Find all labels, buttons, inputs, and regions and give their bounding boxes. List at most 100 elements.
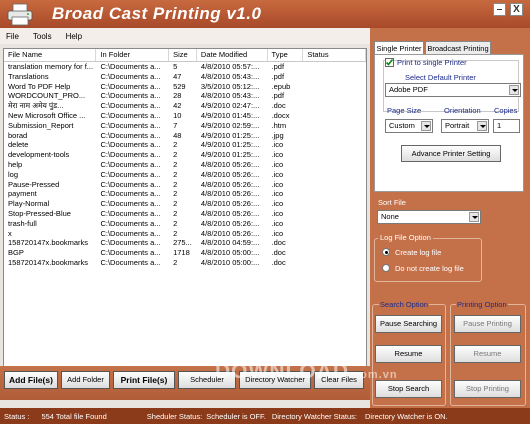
table-row[interactable]: x C:\Documents a... 2 4/8/2010 05:26:... .ic… [4, 229, 366, 239]
table-row[interactable]: payment C:\Documents a... 2 4/8/2010 05:26:… [4, 189, 366, 199]
chevron-down-icon [509, 85, 519, 95]
title-bar: Broad Cast Printing v1.0 – X [0, 0, 530, 28]
table-row[interactable]: WORDCOUNT_PRO... C:\Documents a... 28 4/8/2… [4, 91, 366, 101]
column-date-modified[interactable]: Date Modified [197, 49, 268, 61]
menu-help[interactable]: Help [66, 32, 82, 41]
print-single-checkbox[interactable] [385, 58, 394, 67]
column-in-folder[interactable]: In Folder [96, 49, 170, 61]
cell-file-name: Translations [8, 71, 49, 81]
sort-file-select[interactable]: None [377, 210, 481, 224]
add-folder-button[interactable]: Add Folder [61, 371, 110, 389]
table-row[interactable]: मेरा नाम अमेय पुंड... C:\Documents a... 42… [4, 101, 366, 111]
app-title: Broad Cast Printing v1.0 [52, 4, 262, 23]
cell-size: 48 [173, 130, 182, 140]
menu-file[interactable]: File [6, 32, 19, 41]
cell-in-folder: C:\Documents a... [100, 130, 161, 140]
cell-type: .ico [271, 179, 284, 189]
table-row[interactable]: trash-full C:\Documents a... 2 4/8/2010 05:… [4, 219, 366, 229]
table-row[interactable]: Play-Normal C:\Documents a... 2 4/8/2010 05… [4, 199, 366, 209]
minimize-button[interactable]: – [493, 3, 506, 16]
cell-type: .ico [271, 228, 284, 238]
print-files-button[interactable]: Print File(s) [113, 371, 175, 389]
table-row[interactable]: New Microsoft Office ... C:\Documents a..… [4, 111, 366, 121]
cell-file-name: मेरा नाम अमेय पुंड... [8, 101, 64, 111]
add-files-button[interactable]: Add File(s) [4, 371, 58, 389]
cell-date-modified: 4/8/2010 05:57:... [200, 62, 260, 71]
create-log-label: Create log file [395, 248, 442, 257]
table-row[interactable]: 158720147x.bookmarks C:\Documents a... 275… [4, 238, 366, 248]
chevron-down-icon [469, 212, 479, 222]
resume-search-button[interactable]: Resume [375, 345, 442, 363]
file-table[interactable]: File Name In Folder Size Date Modified T… [3, 48, 367, 373]
column-type[interactable]: Type [268, 49, 304, 61]
cell-in-folder: C:\Documents a... [100, 208, 161, 218]
directory-watcher-button[interactable]: Directory Watcher [239, 371, 311, 389]
cell-size: 47 [173, 71, 182, 81]
scheduler-button[interactable]: Scheduler [178, 371, 236, 389]
cell-in-folder: C:\Documents a... [100, 91, 161, 101]
table-row[interactable]: borad C:\Documents a... 48 4/9/2010 01:25:.… [4, 131, 366, 141]
table-row[interactable]: help C:\Documents a... 2 4/8/2010 05:26:...… [4, 160, 366, 170]
cell-status [303, 160, 366, 170]
cell-status [303, 140, 366, 150]
log-option-group [374, 238, 482, 282]
table-row[interactable]: 158720147x.bookmarks C:\Documents a... 2 4/… [4, 258, 366, 268]
table-row[interactable]: BGP C:\Documents a... 1718 4/8/2010 05:00:.… [4, 248, 366, 258]
cell-file-name: Word To PDF Help [8, 81, 71, 91]
cell-file-name: translation memory for f... [8, 62, 94, 71]
column-file-name[interactable]: File Name [4, 49, 97, 61]
table-row[interactable]: Translations C:\Documents a... 47 4/8/2010 … [4, 72, 366, 82]
cell-date-modified: 4/8/2010 05:43:... [200, 91, 260, 101]
cell-in-folder: C:\Documents a... [100, 71, 161, 81]
create-log-radio[interactable] [382, 248, 390, 256]
pause-searching-button[interactable]: Pause Searching [375, 315, 442, 333]
copies-input[interactable]: 1 [493, 119, 520, 133]
stop-printing-button[interactable]: Stop Printing [454, 380, 521, 398]
table-row[interactable]: log C:\Documents a... 2 4/8/2010 05:26:....… [4, 170, 366, 180]
clear-files-button[interactable]: Clear Files [314, 371, 364, 389]
cell-type: .ico [271, 159, 284, 169]
column-status[interactable]: Status [303, 49, 366, 61]
pause-printing-button[interactable]: Pause Printing [454, 315, 521, 333]
table-row[interactable]: delete C:\Documents a... 2 4/9/2010 01:25:.… [4, 140, 366, 150]
status-label: Status : [4, 411, 30, 421]
cell-type: .docx [271, 110, 290, 120]
cell-size: 7 [173, 120, 178, 130]
orientation-select[interactable]: Portrait [441, 119, 489, 133]
cell-in-folder: C:\Documents a... [100, 62, 161, 71]
table-row[interactable]: Submission_Report C:\Documents a... 7 4/9/2… [4, 121, 366, 131]
table-row[interactable]: development-tools C:\Documents a... 2 4/9/2… [4, 150, 366, 160]
checkmark-icon [385, 59, 394, 66]
cell-size: 28 [173, 91, 182, 101]
cell-in-folder: C:\Documents a... [100, 140, 161, 150]
no-log-label: Do not create log file [395, 264, 464, 273]
cell-file-name: Stop-Pressed-Blue [8, 208, 71, 218]
cell-type: .ico [271, 189, 284, 199]
resume-printing-button[interactable]: Resume [454, 345, 521, 363]
table-row[interactable]: Pause-Pressed C:\Documents a... 2 4/8/2010 … [4, 180, 366, 190]
cell-status [303, 131, 366, 141]
cell-size: 2 [173, 199, 178, 209]
cell-date-modified: 4/9/2010 01:45:... [200, 110, 260, 120]
cell-date-modified: 4/8/2010 05:26:... [200, 208, 260, 218]
stop-search-button[interactable]: Stop Search [375, 380, 442, 398]
close-button[interactable]: X [510, 3, 523, 16]
select-default-printer-label: Select Default Printer [405, 73, 476, 82]
table-row[interactable]: Stop-Pressed-Blue C:\Documents a... 2 4/8/2… [4, 209, 366, 219]
cell-size: 2 [173, 218, 178, 228]
cell-file-name: help [8, 159, 23, 169]
no-log-radio[interactable] [382, 264, 390, 272]
tab-broadcast-printing[interactable]: Broadcast Printing [425, 41, 491, 55]
settings-panel: Single Printer Broadcast Printing Print … [370, 28, 530, 408]
bottom-toolbar: Add File(s) Add Folder Print File(s) Sch… [0, 366, 370, 400]
column-size[interactable]: Size [169, 49, 197, 61]
default-printer-select[interactable]: Adobe PDF [385, 83, 521, 97]
menu-tools[interactable]: Tools [33, 32, 52, 41]
page-size-select[interactable]: Custom [385, 119, 433, 133]
table-row[interactable]: translation memory for f... C:\Documents … [4, 62, 366, 72]
cell-status [303, 238, 366, 248]
cell-type: .ico [271, 140, 284, 150]
watcher-status-label: Directory Watcher Status: [271, 411, 357, 421]
table-row[interactable]: Word To PDF Help C:\Documents a... 529 3/5/… [4, 82, 366, 92]
advance-printer-setting-button[interactable]: Advance Printer Setting [401, 145, 501, 162]
